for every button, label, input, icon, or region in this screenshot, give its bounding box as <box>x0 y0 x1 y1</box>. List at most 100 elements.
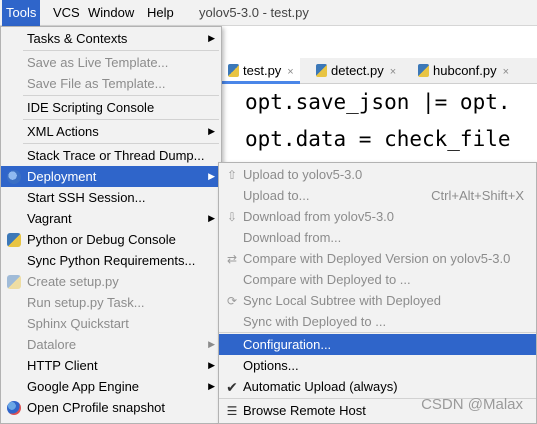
menu-item-label: Browse Remote Host <box>243 403 366 418</box>
menu-item-download-from-project[interactable]: ⇩ Download from yolov5-3.0 <box>219 206 536 227</box>
submenu-arrow-icon: ▶ <box>208 381 215 391</box>
menu-item-start-ssh[interactable]: Start SSH Session... <box>1 187 221 208</box>
download-icon: ⇩ <box>226 210 238 224</box>
menu-item-label: Deployment <box>27 169 97 184</box>
menu-item-label: Create setup.py <box>27 274 119 289</box>
python-file-icon <box>228 64 239 77</box>
menu-item-compare-deployed-version[interactable]: ⇄ Compare with Deployed Version on yolov5… <box>219 248 536 269</box>
submenu-arrow-icon: ▶ <box>208 339 215 349</box>
tab-label: test.py <box>243 63 282 78</box>
code-line: opt.data = check_file <box>245 127 511 151</box>
close-icon[interactable]: × <box>287 66 293 78</box>
menu-item-run-setup-task[interactable]: Run setup.py Task... <box>1 292 221 313</box>
window-title: yolov5-3.0 - test.py <box>199 5 309 20</box>
menu-item-label: Configuration... <box>243 337 332 352</box>
cprofile-icon <box>7 401 21 415</box>
menu-item-label: Tasks & Contexts <box>27 31 128 46</box>
menu-tools[interactable]: Tools <box>2 0 41 26</box>
tab-test-py[interactable]: test.py × <box>222 58 300 84</box>
tab-hubconf-py[interactable]: hubconf.py × <box>412 58 515 84</box>
upload-icon: ⇧ <box>226 168 238 182</box>
menu-item-download-from[interactable]: Download from... <box>219 227 536 248</box>
menu-item-create-setup[interactable]: Create setup.py <box>1 271 221 292</box>
deployment-icon <box>7 170 21 184</box>
python-file-icon <box>418 64 429 77</box>
python-file-icon <box>316 64 327 77</box>
menu-item-save-file-template[interactable]: Save File as Template... <box>1 73 221 94</box>
menu-item-label: Options... <box>243 358 299 373</box>
menu-item-http-client[interactable]: HTTP Client ▶ <box>1 355 221 376</box>
checkmark-icon: ✔ <box>226 379 238 395</box>
close-icon[interactable]: × <box>503 66 509 78</box>
menu-item-stack-trace[interactable]: Stack Trace or Thread Dump... <box>1 145 221 166</box>
menu-item-label: Compare with Deployed Version on yolov5-… <box>243 251 511 266</box>
submenu-arrow-icon: ▶ <box>208 126 215 136</box>
menu-item-upload-to-project[interactable]: ⇧ Upload to yolov5-3.0 <box>219 164 536 185</box>
menu-help[interactable]: Help <box>143 0 178 26</box>
menu-item-upload-to[interactable]: Upload to... Ctrl+Alt+Shift+X <box>219 185 536 206</box>
menu-item-label: Datalore <box>27 337 77 352</box>
menu-item-label: Vagrant <box>27 211 72 226</box>
menu-item-label: Open CProfile snapshot <box>27 400 166 415</box>
menu-item-label: Save as Live Template... <box>27 55 169 70</box>
tools-menu: Tasks & Contexts ▶ Save as Live Template.… <box>0 26 222 424</box>
menu-separator <box>23 143 219 144</box>
menu-item-ide-scripting-console[interactable]: IDE Scripting Console <box>1 97 221 118</box>
menu-separator <box>23 50 219 51</box>
tab-label: detect.py <box>331 63 384 78</box>
close-icon[interactable]: × <box>390 66 396 78</box>
python-icon <box>7 233 21 247</box>
menu-item-save-live-template[interactable]: Save as Live Template... <box>1 52 221 73</box>
submenu-arrow-icon: ▶ <box>208 213 215 223</box>
menu-item-sphinx-quickstart[interactable]: Sphinx Quickstart <box>1 313 221 334</box>
menu-item-configuration[interactable]: Configuration... <box>219 334 536 355</box>
menu-item-label: Start SSH Session... <box>27 190 146 205</box>
compare-icon: ⇄ <box>226 252 238 266</box>
menu-item-xml-actions[interactable]: XML Actions ▶ <box>1 121 221 142</box>
menu-item-automatic-upload[interactable]: ✔ Automatic Upload (always) <box>219 376 536 397</box>
remote-host-icon: ☰ <box>226 404 238 418</box>
menu-item-options[interactable]: Options... <box>219 355 536 376</box>
shortcut-label: Ctrl+Alt+Shift+X <box>431 188 524 203</box>
menu-item-datalore[interactable]: Datalore ▶ <box>1 334 221 355</box>
menu-item-label: Download from... <box>243 230 342 245</box>
menu-item-label: Download from yolov5-3.0 <box>243 209 395 224</box>
menu-item-cprofile-snapshot[interactable]: Open CProfile snapshot <box>1 397 221 418</box>
menu-separator <box>219 332 536 333</box>
menu-item-label: Sphinx Quickstart <box>27 316 129 331</box>
menu-item-label: Sync Python Requirements... <box>27 253 196 268</box>
menu-item-python-console[interactable]: Python or Debug Console <box>1 229 221 250</box>
menu-item-sync-local-subtree[interactable]: ⟳ Sync Local Subtree with Deployed <box>219 290 536 311</box>
menu-item-tasks-contexts[interactable]: Tasks & Contexts ▶ <box>1 28 221 49</box>
menu-bar: Tools VCS Window Help yolov5-3.0 - test.… <box>0 0 537 26</box>
python-icon <box>7 275 21 289</box>
submenu-arrow-icon: ▶ <box>208 171 215 181</box>
menu-window[interactable]: Window <box>84 0 138 26</box>
menu-vcs[interactable]: VCS <box>49 0 84 26</box>
sync-icon: ⟳ <box>226 294 238 308</box>
menu-separator <box>23 95 219 96</box>
menu-item-label: Run setup.py Task... <box>27 295 145 310</box>
submenu-arrow-icon: ▶ <box>208 33 215 43</box>
menu-item-label: Google App Engine <box>27 379 140 394</box>
menu-item-label: Sync Local Subtree with Deployed <box>243 293 442 308</box>
code-line: opt.save_json |= opt. <box>245 90 511 114</box>
menu-item-label: HTTP Client <box>27 358 98 373</box>
menu-item-label: Save File as Template... <box>27 76 166 91</box>
watermark: CSDN @Malax <box>421 396 523 413</box>
editor-tab-bar: test.py × detect.py × hubconf.py × <box>218 58 537 84</box>
menu-item-sync-requirements[interactable]: Sync Python Requirements... <box>1 250 221 271</box>
menu-item-label: Sync with Deployed to ... <box>243 314 387 329</box>
menu-item-vagrant[interactable]: Vagrant ▶ <box>1 208 221 229</box>
tab-label: hubconf.py <box>433 63 497 78</box>
menu-item-label: Upload to... <box>243 188 310 203</box>
menu-item-google-app-engine[interactable]: Google App Engine ▶ <box>1 376 221 397</box>
menu-item-label: Automatic Upload (always) <box>243 379 398 394</box>
menu-item-deployment[interactable]: Deployment ▶ <box>1 166 221 187</box>
submenu-arrow-icon: ▶ <box>208 360 215 370</box>
menu-item-compare-deployed-to[interactable]: Compare with Deployed to ... <box>219 269 536 290</box>
menu-item-label: Python or Debug Console <box>27 232 176 247</box>
menu-item-label: Stack Trace or Thread Dump... <box>27 148 205 163</box>
menu-item-sync-with-deployed[interactable]: Sync with Deployed to ... <box>219 311 536 332</box>
tab-detect-py[interactable]: detect.py × <box>310 58 402 84</box>
